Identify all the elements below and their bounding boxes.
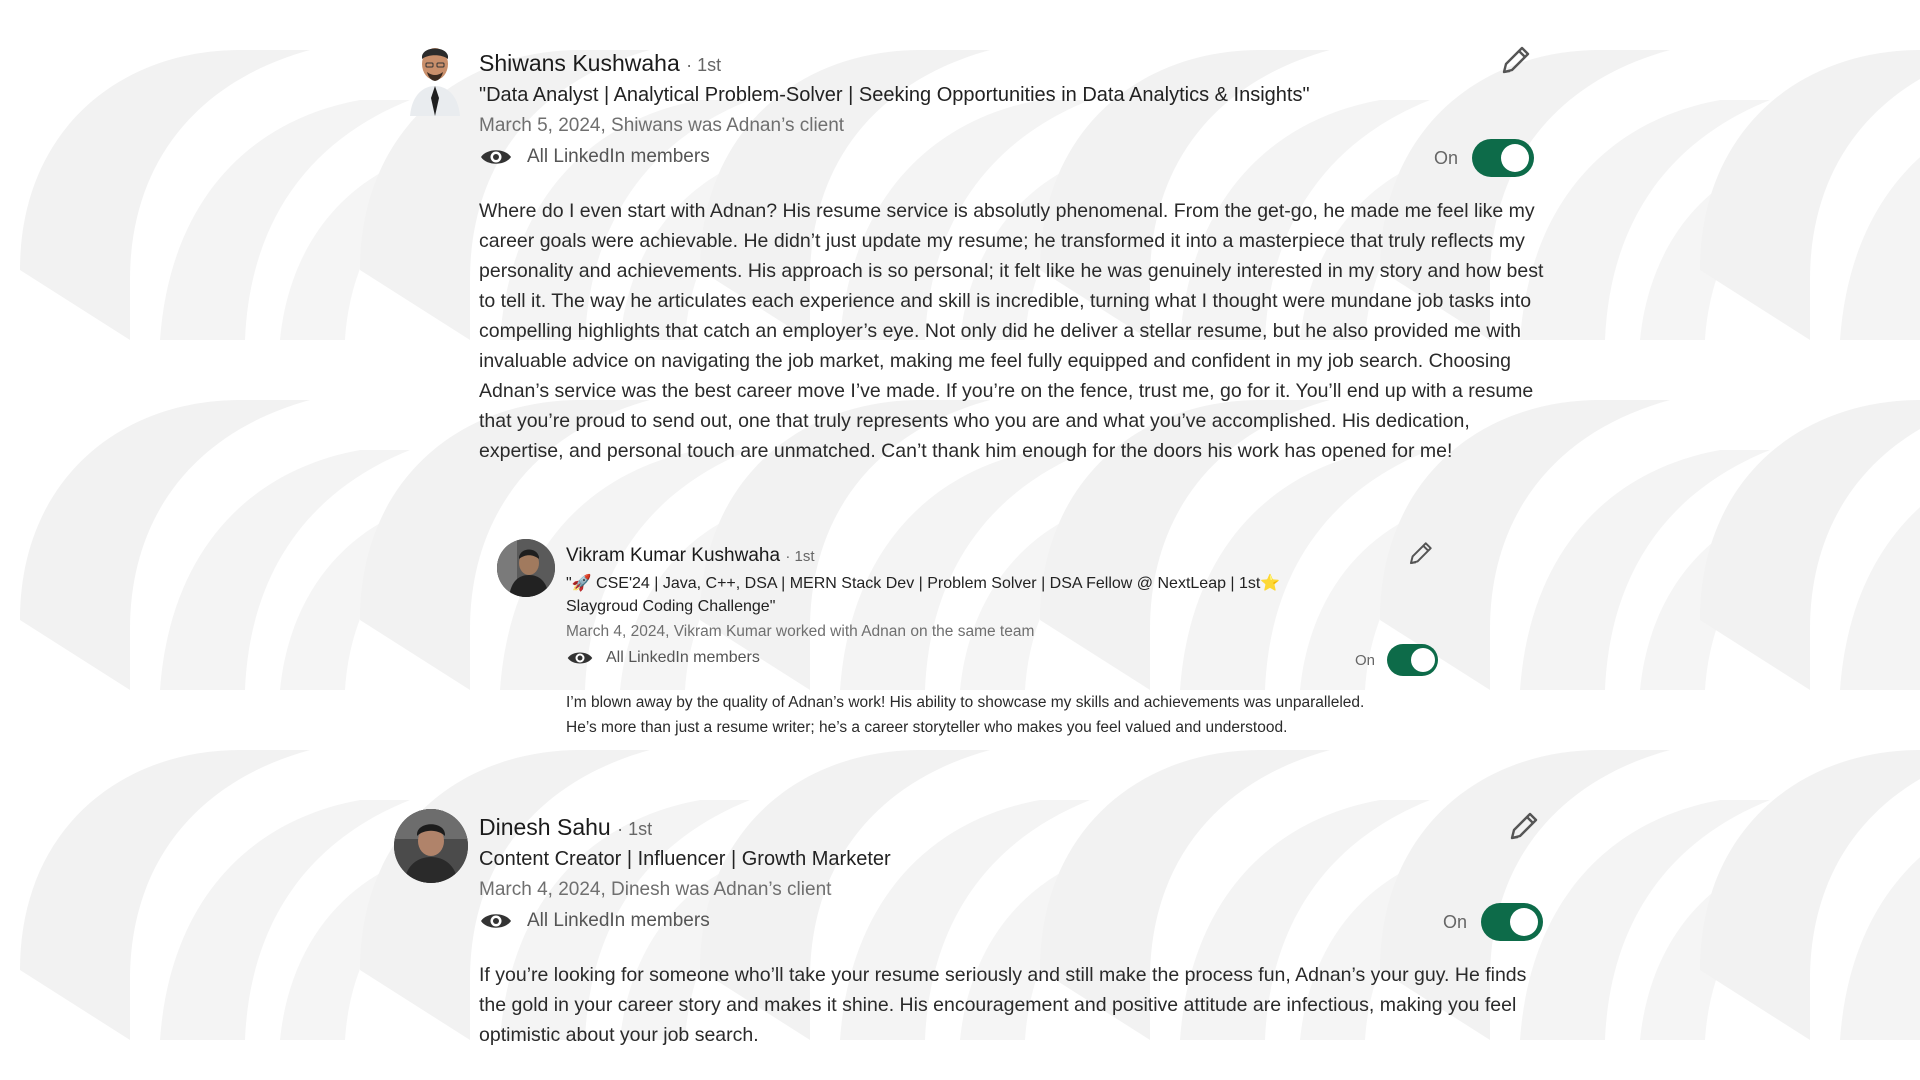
visibility-setting[interactable]: All LinkedIn members xyxy=(479,910,710,932)
show-on-profile-toggle[interactable]: On xyxy=(1443,903,1544,941)
toggle-knob xyxy=(1411,648,1436,672)
show-on-profile-toggle[interactable]: On xyxy=(1434,139,1535,177)
avatar[interactable] xyxy=(497,539,555,597)
toggle-switch[interactable] xyxy=(1472,139,1535,177)
edit-button[interactable] xyxy=(1498,44,1532,78)
visibility-label: All LinkedIn members xyxy=(527,146,710,167)
pencil-edit-icon xyxy=(1510,812,1538,840)
connection-degree: · 1st xyxy=(617,819,653,839)
eye-icon xyxy=(567,652,593,664)
recommender-name-line: Vikram Kumar Kushwaha · 1st xyxy=(566,545,815,567)
toggle-knob xyxy=(1501,144,1530,172)
recommendation-meta: March 5, 2024, Shiwans was Adnan’s clien… xyxy=(479,115,845,136)
edit-button[interactable] xyxy=(1506,810,1540,844)
toggle-label: On xyxy=(1434,147,1459,168)
visibility-setting[interactable]: All LinkedIn members xyxy=(479,146,710,168)
recommendation-meta: March 4, 2024, Dinesh was Adnan’s client xyxy=(479,879,832,900)
toggle-knob xyxy=(1510,908,1539,936)
avatar-photo-icon xyxy=(497,539,555,597)
recommendation-text: If you’re looking for someone who’ll tak… xyxy=(479,964,1527,1046)
edit-button[interactable] xyxy=(1406,540,1434,568)
avatar-photo-icon xyxy=(394,809,468,883)
recommender-name[interactable]: Shiwans Kushwaha xyxy=(479,50,680,76)
toggle-label: On xyxy=(1355,651,1376,669)
recommender-name[interactable]: Dinesh Sahu xyxy=(479,814,611,840)
pencil-edit-icon xyxy=(1409,542,1432,565)
recommendation-card-dinesh: Dinesh Sahu · 1st Content Creator | Infl… xyxy=(0,790,1920,1080)
toggle-switch[interactable] xyxy=(1387,644,1439,676)
eye-icon xyxy=(481,150,511,164)
recommender-name[interactable]: Vikram Kumar Kushwaha xyxy=(566,545,780,566)
avatar[interactable] xyxy=(394,809,468,883)
recommender-headline: Content Creator | Influencer | Growth Ma… xyxy=(479,848,891,870)
recommendation-text: Where do I even start with Adnan? His re… xyxy=(479,200,1544,462)
recommendations-screen: Shiwans Kushwaha · 1st "Data Analyst | A… xyxy=(0,0,1920,1080)
recommendation-text: I’m blown away by the quality of Adnan’s… xyxy=(566,694,1365,736)
connection-degree: · 1st xyxy=(785,548,815,565)
eye-icon xyxy=(481,914,511,928)
recommendation-meta: March 4, 2024, Vikram Kumar worked with … xyxy=(566,623,1035,640)
toggle-label: On xyxy=(1443,911,1468,932)
recommender-headline-line-1: "🚀 CSE'24 | Java, C++, DSA | MERN Stack … xyxy=(566,575,1281,592)
recommender-headline: "Data Analyst | Analytical Problem-Solve… xyxy=(479,84,1310,106)
visibility-label: All LinkedIn members xyxy=(606,649,760,666)
show-on-profile-toggle[interactable]: On xyxy=(1355,644,1439,676)
connection-degree: · 1st xyxy=(686,55,722,75)
recommendation-card-shiwans: Shiwans Kushwaha · 1st "Data Analyst | A… xyxy=(0,0,1920,500)
toggle-switch[interactable] xyxy=(1481,903,1544,941)
avatar[interactable] xyxy=(404,42,466,116)
avatar-photo-icon xyxy=(410,48,460,116)
recommender-name-line: Shiwans Kushwaha · 1st xyxy=(479,50,721,77)
recommender-headline-line-2: Slaygroud Coding Challenge" xyxy=(566,598,776,615)
visibility-label: All LinkedIn members xyxy=(527,910,710,931)
recommendation-card-vikram: Vikram Kumar Kushwaha · 1st "🚀 CSE'24 | … xyxy=(0,500,1920,790)
pencil-edit-icon xyxy=(1502,46,1530,74)
visibility-setting[interactable]: All LinkedIn members xyxy=(566,649,760,667)
recommender-name-line: Dinesh Sahu · 1st xyxy=(479,814,652,841)
